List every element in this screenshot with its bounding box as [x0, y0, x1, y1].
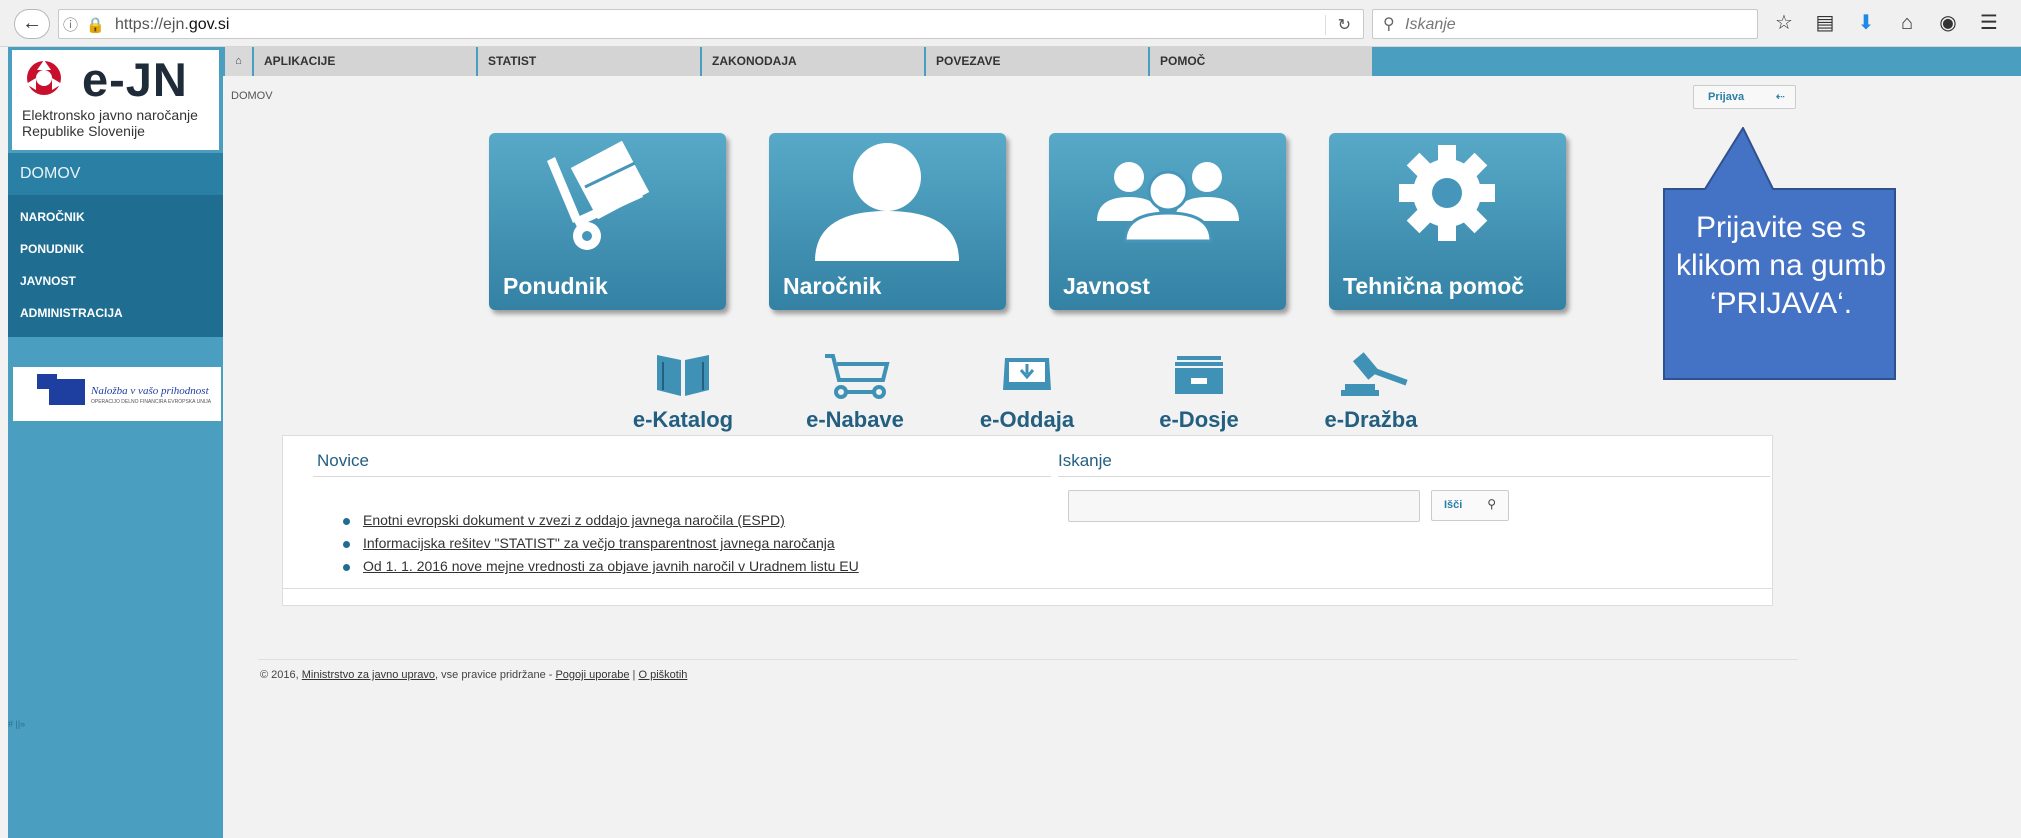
- logo-subtitle: Elektronsko javno naročanje Republike Sl…: [22, 107, 198, 139]
- ministry-link[interactable]: Ministrstvo za javno upravo: [302, 669, 435, 681]
- service-e-drazba[interactable]: e-Dražba: [1291, 350, 1451, 433]
- terms-link[interactable]: Pogoji uporabe: [555, 669, 629, 681]
- eu-flag-icon: [49, 379, 85, 405]
- top-navigation: ⌂ APLIKACIJE STATIST ZAKONODAJA POVEZAVE…: [223, 47, 2021, 76]
- menu-icon[interactable]: ☰: [1977, 10, 2001, 38]
- cart-icon: [825, 354, 890, 399]
- download-icon[interactable]: ⬇: [1854, 10, 1878, 38]
- search-title: Iskanje: [1058, 451, 1112, 470]
- service-e-katalog[interactable]: e-Katalog: [603, 350, 763, 433]
- pocket-icon[interactable]: ◉: [1936, 10, 1960, 38]
- archive-icon: [1175, 356, 1223, 394]
- list-item: Informacijska rešitev "STATIST" za večjo…: [343, 532, 859, 555]
- tile-label: Ponudnik: [503, 273, 608, 299]
- site-info-icon[interactable]: ⓘ 🔒: [63, 14, 107, 35]
- breadcrumb[interactable]: DOMOV: [231, 90, 273, 102]
- news-link[interactable]: Informacijska rešitev "STATIST" za večjo…: [363, 535, 835, 551]
- sidebar-item-narocnik[interactable]: NAROČNIK: [8, 201, 223, 233]
- service-e-oddaja[interactable]: e-Oddaja: [947, 350, 1107, 433]
- home-tab-icon[interactable]: ⌂: [225, 47, 252, 76]
- logo-title: e-JN: [82, 53, 188, 106]
- tile-narocnik[interactable]: Naročnik: [769, 133, 1006, 310]
- tab-pomoc[interactable]: POMOČ: [1148, 47, 1372, 76]
- content-panel: Novice Enotni evropski dokument v zvezi …: [282, 435, 1773, 606]
- person-icon: [815, 143, 959, 261]
- logo[interactable]: e-JN Elektronsko javno naročanje Republi…: [12, 50, 219, 150]
- gear-icon: [1399, 145, 1495, 241]
- reload-icon[interactable]: ↻: [1324, 15, 1351, 35]
- news-list: Enotni evropski dokument v zvezi z oddaj…: [343, 509, 859, 578]
- tab-statist[interactable]: STATIST: [476, 47, 700, 76]
- back-button[interactable]: ←: [14, 9, 50, 39]
- reading-list-icon[interactable]: ▤: [1813, 10, 1837, 38]
- list-item: Enotni evropski dokument v zvezi z oddaj…: [343, 509, 859, 532]
- service-label: e-Dosje: [1159, 407, 1239, 432]
- service-label: e-Nabave: [806, 407, 904, 432]
- tile-label: Javnost: [1063, 273, 1150, 299]
- eu-banner-text: Naložba v vašo prihodnost: [91, 385, 209, 397]
- service-label: e-Dražba: [1324, 407, 1418, 432]
- sidebar-item-ponudnik[interactable]: PONUDNIK: [8, 233, 223, 265]
- tile-label: Tehnična pomoč: [1343, 273, 1525, 299]
- callout-text: Prijavite se s klikom na gumb ‘PRIJAVA‘.: [1675, 211, 1887, 320]
- book-icon: [657, 355, 709, 396]
- browser-tools: ☆ ▤ ⬇ ⌂ ◉ ☰: [1772, 10, 2001, 38]
- tile-javnost[interactable]: Javnost: [1049, 133, 1286, 310]
- search-button[interactable]: Išči ⚲: [1431, 490, 1509, 521]
- sidebar-item-domov[interactable]: DOMOV: [8, 153, 223, 195]
- url-text: https://ejn.gov.si: [115, 16, 230, 33]
- left-sidebar: e-JN Elektronsko javno naročanje Republi…: [8, 47, 223, 838]
- inbox-icon: [1003, 358, 1051, 390]
- home-icon[interactable]: ⌂: [1895, 10, 1919, 38]
- news-title: Novice: [317, 451, 369, 470]
- sidebar-menu: NAROČNIK PONUDNIK JAVNOST ADMINISTRACIJA: [8, 195, 223, 337]
- list-item: Od 1. 1. 2016 nove mejne vrednosti za ob…: [343, 555, 859, 578]
- eu-banner[interactable]: Naložba v vašo prihodnost OPERACIJO DELN…: [13, 367, 221, 421]
- tab-povezave[interactable]: POVEZAVE: [924, 47, 1148, 76]
- browser-search-input[interactable]: ⚲ Iskanje: [1372, 9, 1758, 39]
- eu-banner-small: OPERACIJO DELNO FINANCIRA EVROPSKA UNIJA: [91, 399, 212, 405]
- search-icon: ⚲: [1383, 16, 1395, 33]
- tile-ponudnik[interactable]: Ponudnik: [489, 133, 726, 310]
- search-input[interactable]: [1068, 490, 1420, 522]
- news-link[interactable]: Od 1. 1. 2016 nove mejne vrednosti za ob…: [363, 558, 859, 574]
- footer: © 2016, Ministrstvo za javno upravo, vse…: [260, 669, 688, 681]
- service-label: e-Katalog: [632, 407, 734, 432]
- sidebar-tiny-mark: # ||»: [8, 719, 26, 729]
- service-e-nabave[interactable]: e-Nabave: [775, 350, 935, 433]
- tab-zakonodaja[interactable]: ZAKONODAJA: [700, 47, 924, 76]
- tile-tehnicna-pomoc[interactable]: Tehnična pomoč: [1329, 133, 1566, 310]
- logo-mark-icon: [26, 60, 62, 95]
- hand-truck-icon: [547, 141, 650, 250]
- service-e-dosje[interactable]: e-Dosje: [1119, 350, 1279, 433]
- tile-label: Naročnik: [783, 273, 882, 299]
- tab-aplikacije[interactable]: APLIKACIJE: [252, 47, 476, 76]
- news-divider: [313, 476, 1051, 477]
- footer-divider: [258, 659, 1798, 660]
- sidebar-item-administracija[interactable]: ADMINISTRACIJA: [8, 297, 223, 329]
- cookies-link[interactable]: O piškotih: [638, 669, 687, 681]
- bookmark-star-icon[interactable]: ☆: [1772, 10, 1796, 38]
- browser-toolbar: ← ⓘ 🔒 https://ejn.gov.si ↻ ⚲ Iskanje ☆ ▤…: [0, 0, 2021, 47]
- sidebar-item-javnost[interactable]: JAVNOST: [8, 265, 223, 297]
- news-link[interactable]: Enotni evropski dokument v zvezi z oddaj…: [363, 512, 785, 528]
- lock-icon: 🔒: [86, 17, 107, 34]
- search-icon: ⚲: [1487, 497, 1496, 511]
- group-icon: [1097, 162, 1239, 243]
- search-placeholder: Iskanje: [1405, 16, 1456, 33]
- login-icon: ⇠: [1775, 91, 1785, 103]
- search-divider: [1058, 476, 1770, 477]
- service-label: e-Oddaja: [979, 407, 1075, 432]
- gavel-icon: [1341, 352, 1408, 396]
- address-bar[interactable]: ⓘ 🔒 https://ejn.gov.si ↻: [58, 9, 1364, 39]
- login-button[interactable]: Prijava ⇠: [1693, 85, 1796, 109]
- panel-divider: [283, 588, 1772, 589]
